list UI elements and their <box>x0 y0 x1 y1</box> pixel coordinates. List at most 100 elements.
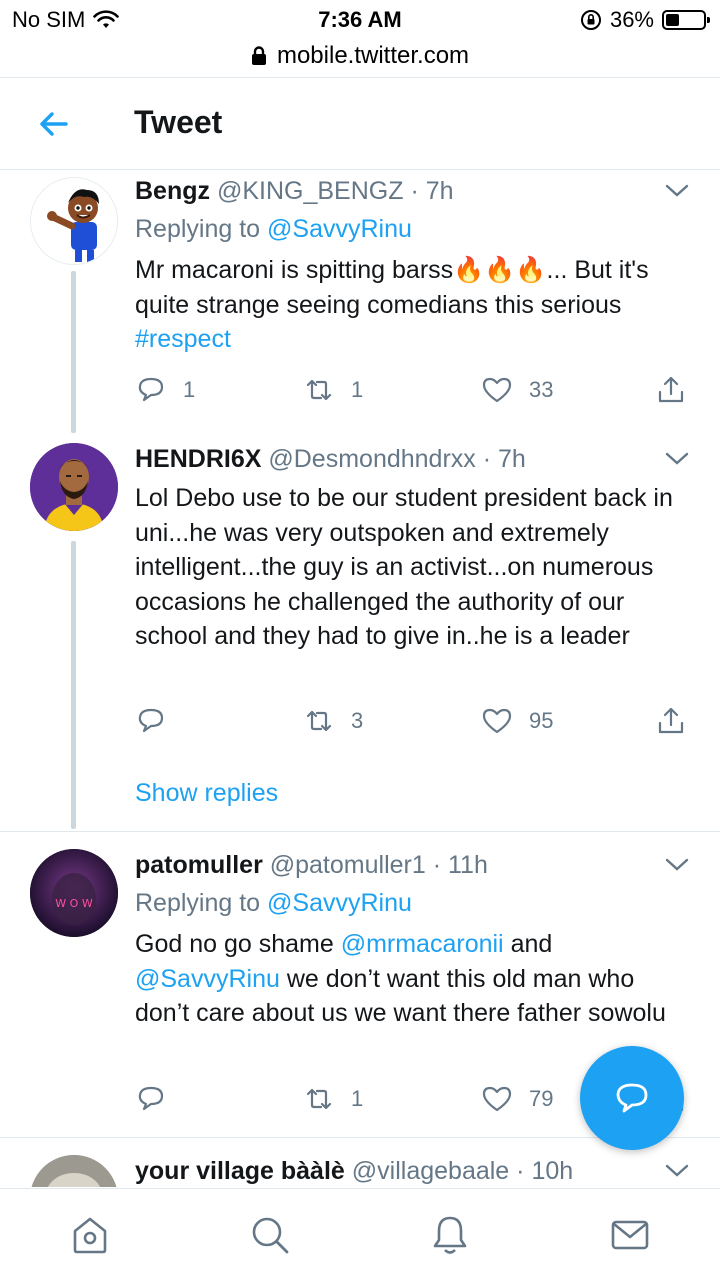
tweet-feed[interactable]: Bengz @KING_BENGZ · 7h Replying to @Savv… <box>0 171 720 1187</box>
mention-link[interactable]: @SavvyRinu <box>267 889 412 917</box>
share-icon <box>658 376 684 403</box>
reply-count: 1 <box>183 377 196 402</box>
author-name[interactable]: HENDRI6X <box>135 445 261 473</box>
chevron-down-icon[interactable] <box>664 449 690 467</box>
home-icon <box>73 1217 107 1254</box>
retweet-icon <box>306 1088 332 1110</box>
heart-icon <box>482 1086 512 1112</box>
tweet-actions: 3 95 <box>135 705 695 741</box>
fire-emoji: 🔥🔥🔥 <box>453 256 547 284</box>
reply-icon <box>138 1086 164 1111</box>
author-handle[interactable]: @Desmondhndrxx <box>268 445 475 473</box>
replying-prefix: Replying to <box>135 215 261 243</box>
reply-icon <box>138 377 164 402</box>
retweet-icon <box>306 379 332 401</box>
like-count: 79 <box>529 1086 554 1111</box>
page-title: Tweet <box>134 104 223 140</box>
messages-icon <box>611 1220 649 1250</box>
arrow-left-icon <box>40 112 68 136</box>
retweet-button[interactable]: 1 <box>303 374 363 406</box>
avatar-overlay-text: W O W <box>55 897 93 910</box>
hashtag-link[interactable]: #respect <box>135 325 231 353</box>
mention-link[interactable]: @SavvyRinu <box>135 965 280 993</box>
like-count: 95 <box>529 708 554 733</box>
like-count: 33 <box>529 377 554 402</box>
nav-home[interactable] <box>68 1213 112 1257</box>
player-avatar-image <box>30 443 118 531</box>
heart-icon <box>482 708 512 734</box>
profile-photo-image <box>30 1155 118 1187</box>
retweet-count: 3 <box>351 708 364 733</box>
tweet-text-part: God no go shame <box>135 930 334 958</box>
retweet-count: 1 <box>351 1086 364 1111</box>
author-name[interactable]: Bengz <box>135 177 210 205</box>
divider <box>0 831 720 832</box>
like-button[interactable]: 95 <box>481 705 553 737</box>
reply-button[interactable] <box>135 705 183 737</box>
replying-to: Replying to @SavvyRinu <box>135 889 412 918</box>
tweet-header: patomuller @patomuller1 · 11h <box>135 851 488 880</box>
back-button[interactable] <box>34 106 74 142</box>
tweet-text-part: Mr macaroni is spitting barss <box>135 256 454 284</box>
show-replies-link[interactable]: Show replies <box>135 779 278 808</box>
chevron-down-icon[interactable] <box>664 181 690 199</box>
share-icon <box>658 707 684 734</box>
share-button[interactable] <box>655 374 687 406</box>
search-icon <box>252 1217 289 1254</box>
author-name[interactable]: patomuller <box>135 851 263 879</box>
battery-info: 36% <box>580 7 710 33</box>
tweet-time[interactable]: 7h <box>426 177 454 205</box>
thread-dots <box>71 779 75 809</box>
lock-icon <box>251 46 266 65</box>
chevron-down-icon[interactable] <box>664 1161 690 1179</box>
compose-button[interactable] <box>580 1046 684 1150</box>
battery-fill <box>666 14 679 26</box>
share-button[interactable] <box>655 705 687 737</box>
tweet-time[interactable]: 7h <box>498 445 526 473</box>
replying-prefix: Replying to <box>135 889 261 917</box>
avatar[interactable] <box>30 1155 118 1187</box>
notifications-icon <box>433 1216 467 1254</box>
battery-percent: 36% <box>609 7 654 32</box>
author-handle[interactable]: @villagebaale <box>352 1157 509 1185</box>
reply-button[interactable]: 1 <box>135 374 195 406</box>
reply-icon <box>138 708 164 733</box>
tweet-text: God no go shame @mrmacaronii and @SavvyR… <box>135 927 695 1031</box>
avatar[interactable]: W O W <box>30 849 118 937</box>
reply-button[interactable] <box>135 1083 183 1115</box>
compose-message-icon <box>616 1083 648 1113</box>
replying-to: Replying to @SavvyRinu <box>135 215 412 244</box>
mention-link[interactable]: @SavvyRinu <box>267 215 412 243</box>
bottom-nav <box>0 1188 720 1280</box>
heart-icon <box>482 377 512 403</box>
retweet-button[interactable]: 1 <box>303 1083 363 1115</box>
like-button[interactable]: 33 <box>481 374 553 406</box>
separator-dot: · <box>516 1157 525 1185</box>
chevron-down-icon[interactable] <box>664 855 690 873</box>
like-button[interactable]: 79 <box>481 1083 553 1115</box>
retweet-button[interactable]: 3 <box>303 705 363 737</box>
avatar[interactable] <box>30 443 118 531</box>
tweet-text: Mr macaroni is spitting barss🔥🔥🔥... But … <box>135 253 695 357</box>
separator-dot: · <box>432 851 442 879</box>
tweet-time[interactable]: 11h <box>448 851 488 879</box>
nav-notifications[interactable] <box>428 1213 472 1257</box>
author-name[interactable]: your village bààlè <box>135 1157 345 1185</box>
url-text: mobile.twitter.com <box>276 42 470 69</box>
mention-link[interactable]: @mrmacaronii <box>341 930 504 958</box>
tweet-time[interactable]: 10h <box>531 1157 573 1185</box>
nav-messages[interactable] <box>608 1213 652 1257</box>
status-bar: No SIM 7:36 AM 36% <box>0 0 720 40</box>
avatar[interactable] <box>30 177 118 265</box>
cartoon-avatar-image <box>31 178 117 264</box>
thread-line <box>71 271 76 433</box>
retweet-count: 1 <box>351 377 364 402</box>
nav-search[interactable] <box>248 1213 292 1257</box>
profile-photo-image: W O W <box>30 849 118 937</box>
author-handle[interactable]: @patomuller1 <box>270 851 426 879</box>
separator-dot: · <box>410 177 419 205</box>
url-bar[interactable]: mobile.twitter.com <box>0 36 720 76</box>
battery-icon <box>662 10 710 30</box>
tweet-text-part: and <box>510 930 553 958</box>
author-handle[interactable]: @KING_BENGZ <box>217 177 404 205</box>
